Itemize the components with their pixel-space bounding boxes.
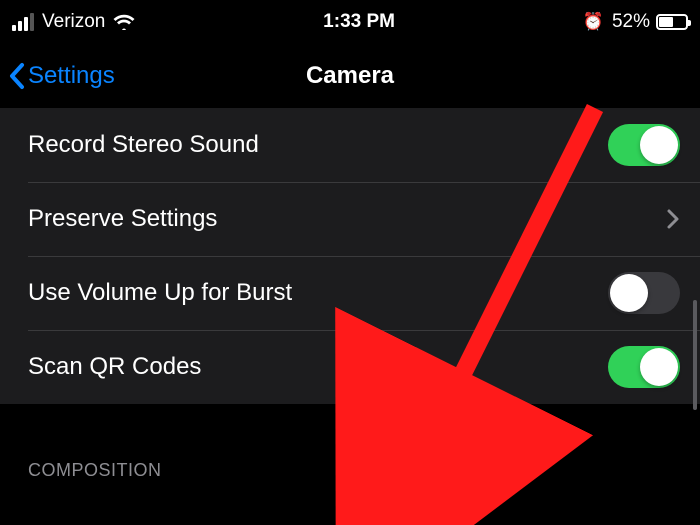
scrollbar[interactable] — [693, 300, 697, 410]
status-bar: Verizon 1:33 PM ⏰ 52% — [0, 0, 700, 44]
alarm-icon: ⏰ — [583, 12, 604, 32]
section-gap — [0, 404, 700, 460]
row-label: Scan QR Codes — [28, 353, 201, 381]
page-title: Camera — [306, 62, 394, 90]
status-time: 1:33 PM — [323, 11, 395, 33]
wifi-icon — [113, 14, 135, 30]
toggle-record-stereo-sound[interactable] — [608, 124, 680, 166]
status-left: Verizon — [12, 11, 135, 33]
row-volume-up-burst[interactable]: Use Volume Up for Burst — [0, 256, 700, 330]
toggle-scan-qr-codes[interactable] — [608, 346, 680, 388]
row-label: Record Stereo Sound — [28, 131, 259, 159]
status-right: ⏰ 52% — [583, 11, 688, 33]
signal-bars-icon — [12, 13, 34, 31]
chevron-right-icon — [666, 208, 680, 230]
battery-indicator: 52% — [612, 11, 688, 33]
back-button[interactable]: Settings — [8, 62, 115, 90]
row-label: Use Volume Up for Burst — [28, 279, 292, 307]
nav-bar: Settings Camera — [0, 44, 700, 108]
chevron-left-icon — [8, 62, 26, 90]
row-label: Preserve Settings — [28, 205, 217, 233]
settings-list: Record Stereo Sound Preserve Settings Us… — [0, 108, 700, 404]
battery-percent: 52% — [612, 11, 650, 33]
toggle-volume-up-burst[interactable] — [608, 272, 680, 314]
row-record-stereo-sound[interactable]: Record Stereo Sound — [0, 108, 700, 182]
back-label: Settings — [28, 62, 115, 90]
battery-icon — [656, 14, 688, 30]
row-preserve-settings[interactable]: Preserve Settings — [0, 182, 700, 256]
section-header-composition: COMPOSITION — [0, 460, 700, 495]
row-scan-qr-codes[interactable]: Scan QR Codes — [0, 330, 700, 404]
carrier-label: Verizon — [42, 11, 105, 33]
